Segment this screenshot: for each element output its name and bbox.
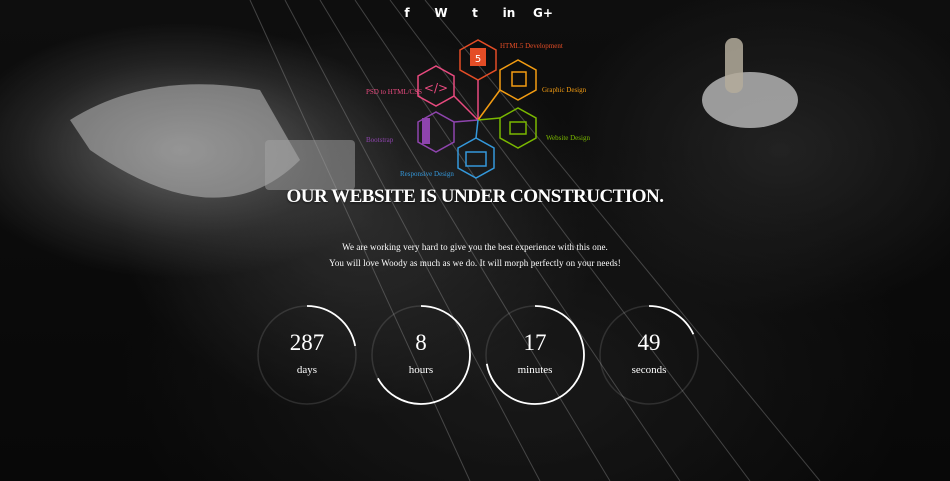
countdown-minutes-label: minutes	[517, 364, 553, 376]
countdown-days-label: days	[296, 364, 318, 376]
countdown-seconds-value: 49	[637, 330, 661, 355]
svg-text:</>: </>	[424, 81, 448, 95]
linkedin-icon[interactable]: in	[499, 4, 519, 22]
service-label-responsive: Responsive Design	[400, 170, 454, 178]
wordpress-icon[interactable]: W	[431, 4, 451, 22]
subtitle-line-2: You will love Woody as much as we do. It…	[329, 258, 621, 268]
services-hex-diagram: 5 </> HTML5 Development Graphic Design P…	[360, 30, 600, 190]
social-links: f W t in G+	[0, 4, 950, 22]
service-label-graphic: Graphic Design	[542, 86, 587, 94]
service-label-psd: PSD to HTML/CSS	[366, 88, 423, 96]
svg-text:5: 5	[475, 54, 481, 65]
countdown-days-value: 287	[289, 330, 325, 355]
countdown-hours-value: 8	[415, 330, 427, 355]
countdown-hours-label: hours	[408, 364, 434, 376]
countdown-hours: 8 hours	[370, 304, 472, 406]
page-title: OUR WEBSITE IS UNDER CONSTRUCTION.	[286, 186, 665, 207]
google-plus-icon[interactable]: G+	[533, 4, 553, 22]
service-label-html5: HTML5 Development	[500, 42, 563, 50]
countdown-days: 287 days	[256, 304, 358, 406]
countdown-minutes-value: 17	[523, 330, 547, 355]
countdown-seconds-label: seconds	[631, 364, 667, 376]
twitter-icon[interactable]: t	[465, 4, 485, 22]
facebook-icon[interactable]: f	[397, 4, 417, 22]
service-label-website: Website Design	[546, 134, 590, 142]
service-label-bootstrap: Bootstrap	[366, 136, 394, 144]
countdown-seconds: 49 seconds	[598, 304, 700, 406]
countdown-minutes: 17 minutes	[484, 304, 586, 406]
subtitle-line-1: We are working very hard to give you the…	[342, 242, 608, 252]
